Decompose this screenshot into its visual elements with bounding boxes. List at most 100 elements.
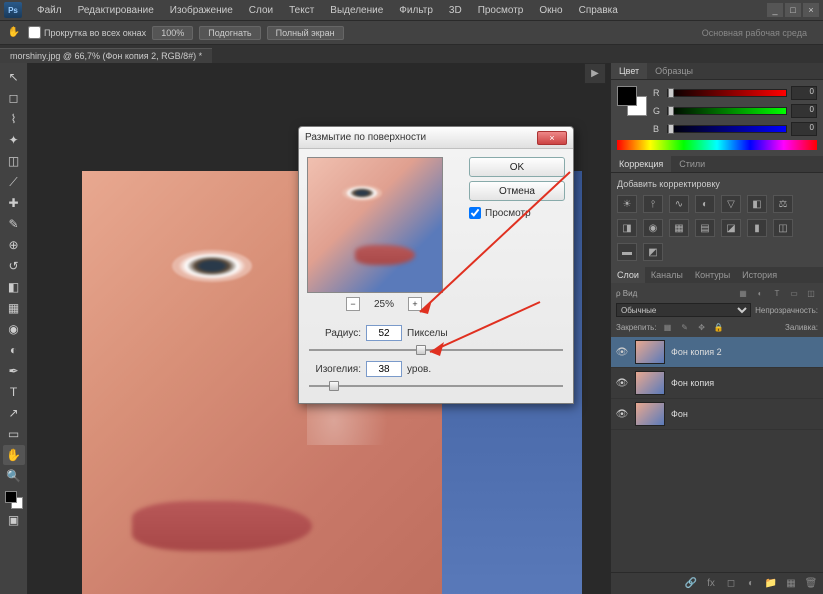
cancel-button[interactable]: Отмена — [469, 181, 565, 201]
wand-tool[interactable]: ✦ — [3, 130, 25, 150]
path-tool[interactable]: ↗ — [3, 403, 25, 423]
threshold-input[interactable] — [366, 361, 402, 377]
selective-icon[interactable]: ◩ — [643, 243, 663, 261]
scroll-all-check[interactable]: Прокрутка во всех окнах — [28, 26, 146, 39]
document-tab[interactable]: morshiny.jpg @ 66,7% (Фон копия 2, RGB/8… — [0, 48, 212, 63]
layer-name[interactable]: Фон — [671, 409, 688, 419]
hue-icon[interactable]: ◧ — [747, 195, 767, 213]
menu-edit[interactable]: Редактирование — [71, 3, 161, 18]
preview-checkbox[interactable]: Просмотр — [469, 207, 565, 219]
zoom-in-button[interactable]: + — [408, 297, 422, 311]
b-value[interactable]: 0 — [791, 122, 817, 136]
tab-paths[interactable]: Контуры — [689, 267, 736, 283]
menu-filter[interactable]: Фильтр — [392, 3, 440, 18]
move-tool[interactable]: ↖ — [3, 67, 25, 87]
quickmask-tool[interactable]: ▣ — [3, 510, 25, 530]
lock-all-icon[interactable]: 🔒 — [712, 320, 726, 334]
menu-3d[interactable]: 3D — [442, 3, 469, 18]
group-icon[interactable]: 📁 — [763, 576, 779, 592]
link-icon[interactable]: 🔗 — [683, 576, 699, 592]
new-layer-icon[interactable]: ▦ — [783, 576, 799, 592]
lock-trans-icon[interactable]: ▦ — [661, 320, 675, 334]
r-slider[interactable] — [667, 89, 787, 97]
stamp-tool[interactable]: ⊕ — [3, 235, 25, 255]
layer-row[interactable]: 👁 Фон — [611, 399, 823, 430]
threshold-icon[interactable]: ◫ — [773, 219, 793, 237]
hand-tool[interactable]: ✋ — [3, 445, 25, 465]
fit-button[interactable]: Подогнать — [199, 26, 260, 40]
fx-icon[interactable]: fx — [703, 576, 719, 592]
healing-tool[interactable]: ✚ — [3, 193, 25, 213]
tab-color[interactable]: Цвет — [611, 63, 647, 79]
eyedropper-tool[interactable]: ⟋ — [3, 172, 25, 192]
history-brush-tool[interactable]: ↺ — [3, 256, 25, 276]
brush-tool[interactable]: ✎ — [3, 214, 25, 234]
dialog-titlebar[interactable]: Размытие по поверхности × — [299, 127, 573, 149]
window-close[interactable]: × — [803, 3, 819, 17]
dodge-tool[interactable]: ◐ — [3, 340, 25, 360]
radius-input[interactable] — [366, 325, 402, 341]
layer-name[interactable]: Фон копия — [671, 378, 714, 388]
brightness-icon[interactable]: ☀ — [617, 195, 637, 213]
eye-icon[interactable]: 👁 — [615, 345, 629, 359]
eraser-tool[interactable]: ◧ — [3, 277, 25, 297]
menu-view[interactable]: Просмотр — [471, 3, 531, 18]
g-value[interactable]: 0 — [791, 104, 817, 118]
lock-pixels-icon[interactable]: ✎ — [678, 320, 692, 334]
dialog-preview[interactable] — [307, 157, 443, 293]
curves-icon[interactable]: ∿ — [669, 195, 689, 213]
tab-layers[interactable]: Слои — [611, 267, 645, 283]
filter-type-icon[interactable]: T — [770, 286, 784, 300]
workspace-selector[interactable]: Основная рабочая среда — [692, 26, 817, 40]
eye-icon[interactable]: 👁 — [615, 376, 629, 390]
marquee-tool[interactable]: ◻ — [3, 88, 25, 108]
balance-icon[interactable]: ⚖ — [773, 195, 793, 213]
r-value[interactable]: 0 — [791, 86, 817, 100]
filter-shape-icon[interactable]: ▭ — [787, 286, 801, 300]
tab-swatches[interactable]: Образцы — [647, 63, 701, 79]
blur-tool[interactable]: ◉ — [3, 319, 25, 339]
crop-tool[interactable]: ◫ — [3, 151, 25, 171]
foreground-background-swatch[interactable] — [617, 86, 647, 116]
menu-text[interactable]: Текст — [282, 3, 321, 18]
trash-icon[interactable]: 🗑 — [803, 576, 819, 592]
levels-icon[interactable]: ⫯ — [643, 195, 663, 213]
pen-tool[interactable]: ✒ — [3, 361, 25, 381]
zoom-out-button[interactable]: − — [346, 297, 360, 311]
radius-slider[interactable] — [309, 343, 563, 357]
tab-channels[interactable]: Каналы — [645, 267, 689, 283]
shape-tool[interactable]: ▭ — [3, 424, 25, 444]
filter-adj-icon[interactable]: ◐ — [753, 286, 767, 300]
lookup-icon[interactable]: ▤ — [695, 219, 715, 237]
filter-smart-icon[interactable]: ◫ — [804, 286, 818, 300]
lasso-tool[interactable]: ⌇ — [3, 109, 25, 129]
window-maximize[interactable]: □ — [785, 3, 801, 17]
b-slider[interactable] — [667, 125, 787, 133]
filter-pixel-icon[interactable]: ▦ — [736, 286, 750, 300]
exposure-icon[interactable]: ◐ — [695, 195, 715, 213]
mask-icon[interactable]: ◻ — [723, 576, 739, 592]
posterize-icon[interactable]: ▮ — [747, 219, 767, 237]
ok-button[interactable]: OK — [469, 157, 565, 177]
invert-icon[interactable]: ◪ — [721, 219, 741, 237]
color-ramp[interactable] — [617, 140, 817, 150]
menu-select[interactable]: Выделение — [323, 3, 390, 18]
zoom-tool[interactable]: 🔍 — [3, 466, 25, 486]
layer-row[interactable]: 👁 Фон копия — [611, 368, 823, 399]
tab-styles[interactable]: Стили — [671, 156, 713, 172]
gradient-map-icon[interactable]: ▬ — [617, 243, 637, 261]
lock-pos-icon[interactable]: ✥ — [695, 320, 709, 334]
adjustment-icon[interactable]: ◐ — [743, 576, 759, 592]
collapsed-panel-strip[interactable]: ▶ — [584, 63, 606, 84]
menu-help[interactable]: Справка — [572, 3, 625, 18]
bw-icon[interactable]: ◨ — [617, 219, 637, 237]
photo-filter-icon[interactable]: ◉ — [643, 219, 663, 237]
type-tool[interactable]: T — [3, 382, 25, 402]
window-minimize[interactable]: _ — [767, 3, 783, 17]
vibrance-icon[interactable]: ▽ — [721, 195, 741, 213]
menu-window[interactable]: Окно — [532, 3, 569, 18]
layer-row[interactable]: 👁 Фон копия 2 — [611, 337, 823, 368]
menu-layers[interactable]: Слои — [242, 3, 280, 18]
threshold-slider[interactable] — [309, 379, 563, 393]
dialog-close-button[interactable]: × — [537, 131, 567, 145]
